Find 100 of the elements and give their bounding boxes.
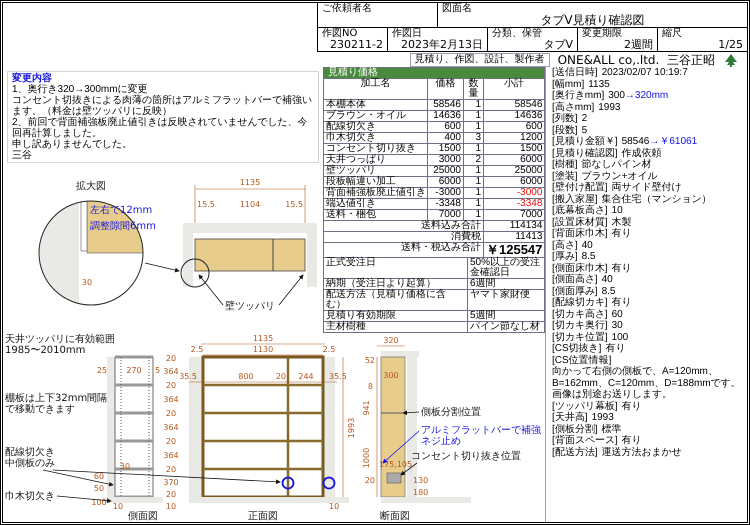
dimension-label: 100 bbox=[91, 498, 107, 507]
dimension-label: 20 bbox=[166, 381, 176, 390]
spec-label: [段数] bbox=[552, 124, 578, 136]
spec-label: [切カキ高さ] bbox=[552, 308, 608, 320]
table-cell: 14636 bbox=[428, 111, 464, 122]
callout-label: 側板分割位置 bbox=[421, 407, 481, 418]
table-cell: 25000 bbox=[428, 166, 464, 177]
field-label: 縮尺 bbox=[662, 28, 683, 39]
spec-value: 2023/02/07 10:19:7 bbox=[602, 67, 688, 78]
spec-change: →320mm bbox=[624, 90, 668, 102]
spec-value: 作成依頼 bbox=[622, 148, 662, 158]
spec-value: 1993 bbox=[592, 412, 614, 424]
spec-label: [背面床巾木] bbox=[552, 228, 608, 240]
table-cell: 600 bbox=[484, 122, 546, 133]
spec-label: [側板分割] bbox=[552, 424, 598, 434]
spec-label: [天井高] bbox=[552, 412, 588, 424]
spec-value: 5 bbox=[582, 124, 588, 136]
spec-label: [底幕板高さ] bbox=[552, 205, 608, 216]
dimension-label: 1000 bbox=[362, 448, 371, 468]
table-cell: 1 bbox=[464, 166, 484, 177]
dimension-label: 2.5 bbox=[322, 345, 336, 354]
dimension-label: 364 bbox=[163, 451, 179, 460]
change-note-line: 2、前回で背面補強板廃止値引きは反映されていませんでした、今回再計算しました。 bbox=[12, 117, 309, 139]
view-title: 断面図 bbox=[380, 511, 410, 522]
change-note-line: 三谷 bbox=[12, 150, 33, 161]
dimension-label: 1130 bbox=[252, 345, 274, 354]
table-cell: -3348 bbox=[484, 199, 546, 210]
spec-value: 有り bbox=[612, 297, 632, 308]
table-cell: 6週間 bbox=[468, 279, 545, 290]
table-cell: 3000 bbox=[428, 155, 464, 166]
dimension-label: 10 bbox=[166, 502, 176, 511]
spec-label: [ツッパリ幕板] bbox=[552, 400, 618, 412]
table-cell: パイン節なし材 bbox=[468, 322, 545, 333]
dimension-label: 50 bbox=[94, 484, 104, 493]
table-cell: ￥125547 bbox=[484, 243, 546, 258]
dimension-label: 364 bbox=[163, 395, 179, 404]
dimension-label: 941 bbox=[362, 400, 371, 416]
table-cell: 巾木切欠き bbox=[324, 133, 428, 144]
table-cell: -3000 bbox=[428, 188, 464, 199]
table-cell: 1500 bbox=[484, 144, 546, 155]
dimension-label: 20 bbox=[276, 372, 286, 381]
table-cell: 400 bbox=[428, 133, 464, 144]
note-text: 巾木切欠き bbox=[5, 491, 55, 502]
spec-note: 向かって右側の側板で、A=120mm、B=162mm、C=120mm、D=188mmです。画像は別途お送りします。 bbox=[552, 366, 742, 400]
table-cell: 1 bbox=[464, 111, 484, 122]
spec-label: [壁付け配置] bbox=[552, 182, 608, 194]
dimension-label: 20 bbox=[166, 354, 176, 363]
field-value: タブV bbox=[542, 39, 573, 51]
table-cell: 114134 bbox=[484, 221, 546, 232]
table-cell: 6000 bbox=[428, 177, 464, 188]
drawing-name: タブV見積り確認図 bbox=[539, 14, 646, 27]
spec-value: 8.5 bbox=[582, 251, 596, 262]
table-cell: 1 bbox=[464, 177, 484, 188]
table-cell: 壁ツッパリ bbox=[324, 166, 428, 177]
spec-value: 300 bbox=[608, 90, 625, 102]
dimension-label: 364 bbox=[163, 367, 179, 376]
field-value: 2023年2月13日 bbox=[400, 39, 483, 51]
spec-value: 有り bbox=[612, 262, 632, 274]
spec-value: 標準 bbox=[602, 424, 622, 435]
column-header: 加工名 bbox=[324, 79, 428, 100]
field-label: 変更期限 bbox=[582, 28, 623, 39]
spec-value: 58546 bbox=[622, 136, 650, 148]
view-title: 拡大図 bbox=[76, 181, 106, 192]
spec-value: 60 bbox=[612, 308, 623, 320]
table-cell: 1 bbox=[464, 199, 484, 210]
company-name: ONE&ALL co,.ltd. 三谷正昭 bbox=[558, 53, 715, 67]
dimension-label: 270 bbox=[126, 366, 142, 375]
dimension-label: 320 bbox=[383, 336, 399, 345]
spec-value: 2 bbox=[582, 113, 588, 124]
dimension-label: 15.5 bbox=[197, 200, 215, 209]
dimension-label: 20 bbox=[166, 437, 176, 446]
table-cell: 1 bbox=[464, 122, 484, 133]
dimension-label: 10 bbox=[329, 502, 340, 511]
table-cell: 見積り有効期限 bbox=[324, 311, 468, 322]
spec-value: 1135 bbox=[588, 78, 610, 90]
spec-label: [高さmm] bbox=[552, 102, 594, 113]
table-cell: 納期（受注日より起算） bbox=[324, 279, 468, 290]
leader-arrow bbox=[402, 410, 420, 416]
spec-value: 集合住宅（マンション） bbox=[602, 194, 712, 205]
table-cell: 14636 bbox=[484, 111, 546, 122]
spec-value: 有り bbox=[622, 435, 642, 446]
spec-label: [設置床材質] bbox=[552, 216, 608, 228]
table-cell: 3 bbox=[464, 133, 484, 144]
table-cell: 段板幅違い加工 bbox=[324, 177, 428, 188]
table-cell: 配送方法（見積り価格に含む） bbox=[324, 290, 468, 311]
spec-value: ブラウン+オイル bbox=[582, 170, 658, 182]
callout-label: コンセント切り抜き位置 bbox=[411, 451, 521, 462]
spec-change: →￥61061 bbox=[649, 136, 698, 148]
field-label: 作図NO bbox=[322, 28, 358, 39]
dimension-label: 60 bbox=[94, 472, 104, 481]
spec-value: 1993 bbox=[598, 102, 620, 113]
dimension-label: 1104 bbox=[240, 200, 260, 209]
column-header: 小計 bbox=[484, 79, 546, 100]
table-cell: 6000 bbox=[484, 155, 546, 166]
table-cell: 送料・税込み合計 bbox=[324, 243, 484, 258]
tree-logo-icon bbox=[723, 53, 739, 67]
spec-label: [厚み] bbox=[552, 251, 578, 262]
dimension-label: 25 bbox=[96, 366, 107, 375]
dimension-label: 2.5 bbox=[190, 345, 204, 354]
view-title: 正面図 bbox=[248, 511, 278, 522]
